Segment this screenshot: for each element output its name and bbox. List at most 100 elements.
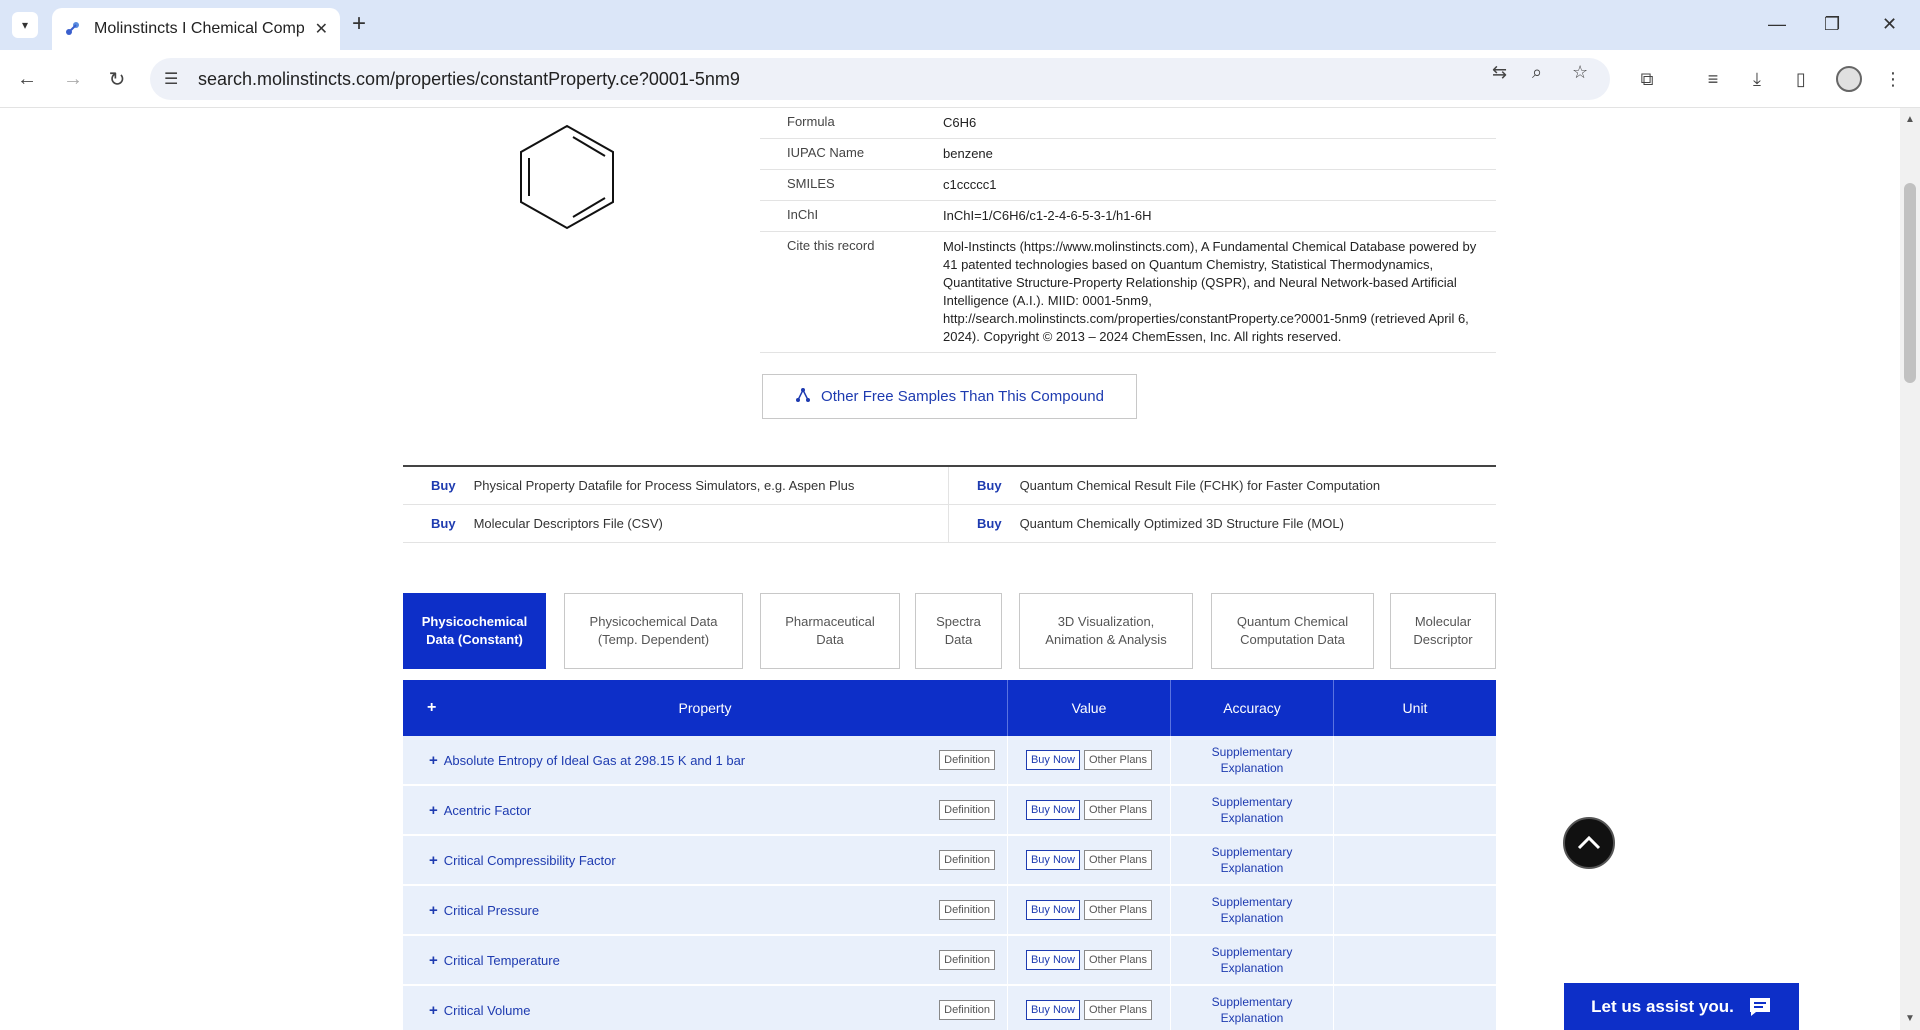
accuracy-link[interactable]: Supplementary Explanation [1171,836,1334,884]
minimize-icon[interactable]: — [1768,14,1786,35]
side-panel-icon[interactable]: ▯ [1788,66,1814,92]
other-plans-button[interactable]: Other Plans [1083,800,1153,820]
scroll-to-top-button[interactable] [1563,817,1615,869]
translate-icon[interactable]: ⇆ [1492,62,1507,83]
profile-avatar[interactable] [1836,66,1862,92]
other-plans-button[interactable]: Other Plans [1083,750,1153,770]
buy-item[interactable]: Buy Physical Property Datafile for Proce… [403,467,949,504]
property-name-link[interactable]: Critical Pressure [444,903,539,918]
close-tab-icon[interactable]: ✕ [315,19,328,39]
buy-item[interactable]: Buy Quantum Chemical Result File (FCHK) … [949,467,1495,504]
table-header: + Property Value Accuracy Unit [403,680,1496,736]
expand-row-icon[interactable]: + [429,852,438,869]
buy-link[interactable]: Buy [431,478,456,493]
reload-icon[interactable]: ↻ [104,66,130,92]
definition-button[interactable]: Definition [939,750,995,770]
buy-now-button[interactable]: Buy Now [1025,750,1080,770]
tab-label-line: Spectra [936,614,981,629]
accuracy-link[interactable]: Supplementary Explanation [1171,786,1334,834]
tab-molecular-descriptor[interactable]: Molecular Descriptor [1390,593,1496,669]
browser-toolbar: ← → ↻ ☰ search.molinstincts.com/properti… [0,50,1920,108]
scroll-thumb[interactable] [1904,183,1916,383]
new-tab-button[interactable]: + [352,12,366,36]
molinstincts-favicon-icon [64,20,82,38]
media-control-icon[interactable]: ≡ [1700,66,1726,92]
free-samples-button[interactable]: Other Free Samples Than This Compound [762,374,1137,419]
buy-now-button[interactable]: Buy Now [1025,1000,1080,1020]
definition-button[interactable]: Definition [939,900,995,920]
property-name-link[interactable]: Acentric Factor [444,803,531,818]
chat-assist-button[interactable]: Let us assist you. [1564,983,1799,1030]
extensions-icon[interactable]: ⧉ [1634,66,1660,92]
accuracy-link[interactable]: Supplementary Explanation [1171,986,1334,1030]
property-cell: + Absolute Entropy of Ideal Gas at 298.1… [403,736,1008,784]
scroll-down-icon[interactable]: ▼ [1905,1013,1915,1024]
definition-button[interactable]: Definition [939,950,995,970]
property-name-link[interactable]: Critical Temperature [444,953,560,968]
buy-now-button[interactable]: Buy Now [1025,900,1080,920]
other-plans-button[interactable]: Other Plans [1083,1000,1153,1020]
menu-icon[interactable]: ⋮ [1880,66,1906,92]
buy-now-button[interactable]: Buy Now [1025,950,1080,970]
tab-spectra[interactable]: Spectra Data [915,593,1002,669]
download-icon[interactable]: ⤓ [1744,66,1770,92]
tab-physicochemical-constant[interactable]: Physicochemical Data (Constant) [403,593,546,669]
tab-physicochemical-temp[interactable]: Physicochemical Data (Temp. Dependent) [564,593,743,669]
unit-cell [1334,836,1496,884]
buy-link[interactable]: Buy [431,516,456,531]
header-property: Property [678,700,732,716]
close-window-icon[interactable]: ✕ [1882,14,1897,35]
tab-quantum-chemical[interactable]: Quantum Chemical Computation Data [1211,593,1374,669]
buy-now-button[interactable]: Buy Now [1025,850,1080,870]
record-label: SMILES [787,176,835,191]
expand-row-icon[interactable]: + [429,1002,438,1019]
buy-link[interactable]: Buy [977,478,1002,493]
back-icon[interactable]: ← [14,66,40,92]
buy-link[interactable]: Buy [977,516,1002,531]
network-icon [795,387,811,407]
buy-item[interactable]: Buy Quantum Chemically Optimized 3D Stru… [949,505,1495,542]
other-plans-button[interactable]: Other Plans [1083,900,1153,920]
page-scrollbar[interactable]: ▲ ▼ [1900,108,1920,1030]
tab-pharmaceutical[interactable]: Pharmaceutical Data [760,593,900,669]
chevron-up-icon [1577,836,1601,850]
browser-tab[interactable]: Molinstincts I Chemical Compo ✕ [52,8,340,50]
other-plans-button[interactable]: Other Plans [1083,850,1153,870]
zoom-icon[interactable]: ⌕ [1532,62,1542,83]
accuracy-label-line: Supplementary [1211,945,1293,959]
restore-icon[interactable]: ❐ [1824,14,1840,35]
unit-cell [1334,786,1496,834]
unit-cell [1334,936,1496,984]
buy-item[interactable]: Buy Molecular Descriptors File (CSV) [403,505,949,542]
property-name-link[interactable]: Critical Volume [444,1003,531,1018]
definition-button[interactable]: Definition [939,1000,995,1020]
accuracy-link[interactable]: Supplementary Explanation [1171,736,1334,784]
site-info-icon[interactable]: ☰ [164,69,186,89]
accuracy-link[interactable]: Supplementary Explanation [1171,886,1334,934]
property-name-link[interactable]: Absolute Entropy of Ideal Gas at 298.15 … [444,753,745,768]
expand-row-icon[interactable]: + [429,902,438,919]
accuracy-link[interactable]: Supplementary Explanation [1171,936,1334,984]
property-name-link[interactable]: Critical Compressibility Factor [444,853,616,868]
forward-icon[interactable]: → [60,66,86,92]
property-cell: + Critical Compressibility Factor Defini… [403,836,1008,884]
other-plans-button[interactable]: Other Plans [1083,950,1153,970]
tab-list-button[interactable]: ▾ [12,12,38,38]
expand-all-icon[interactable]: + [427,699,436,717]
bookmark-star-icon[interactable]: ☆ [1572,62,1588,83]
buy-now-button[interactable]: Buy Now [1025,800,1080,820]
expand-row-icon[interactable]: + [429,752,438,769]
record-row: SMILES c1ccccc1 [760,170,1496,201]
definition-button[interactable]: Definition [939,800,995,820]
buy-item-label: Quantum Chemical Result File (FCHK) for … [1019,478,1381,493]
tab-label-line: Descriptor [1413,632,1473,647]
record-row: IUPAC Name benzene [760,139,1496,170]
expand-row-icon[interactable]: + [429,952,438,969]
record-row: Cite this record Mol-Instincts (https://… [760,232,1496,353]
tab-label-line: Pharmaceutical [785,614,875,629]
scroll-up-icon[interactable]: ▲ [1905,114,1915,125]
definition-button[interactable]: Definition [939,850,995,870]
tab-3d-visualization[interactable]: 3D Visualization, Animation & Analysis [1019,593,1193,669]
expand-row-icon[interactable]: + [429,802,438,819]
address-bar[interactable]: ☰ search.molinstincts.com/properties/con… [150,58,1610,100]
